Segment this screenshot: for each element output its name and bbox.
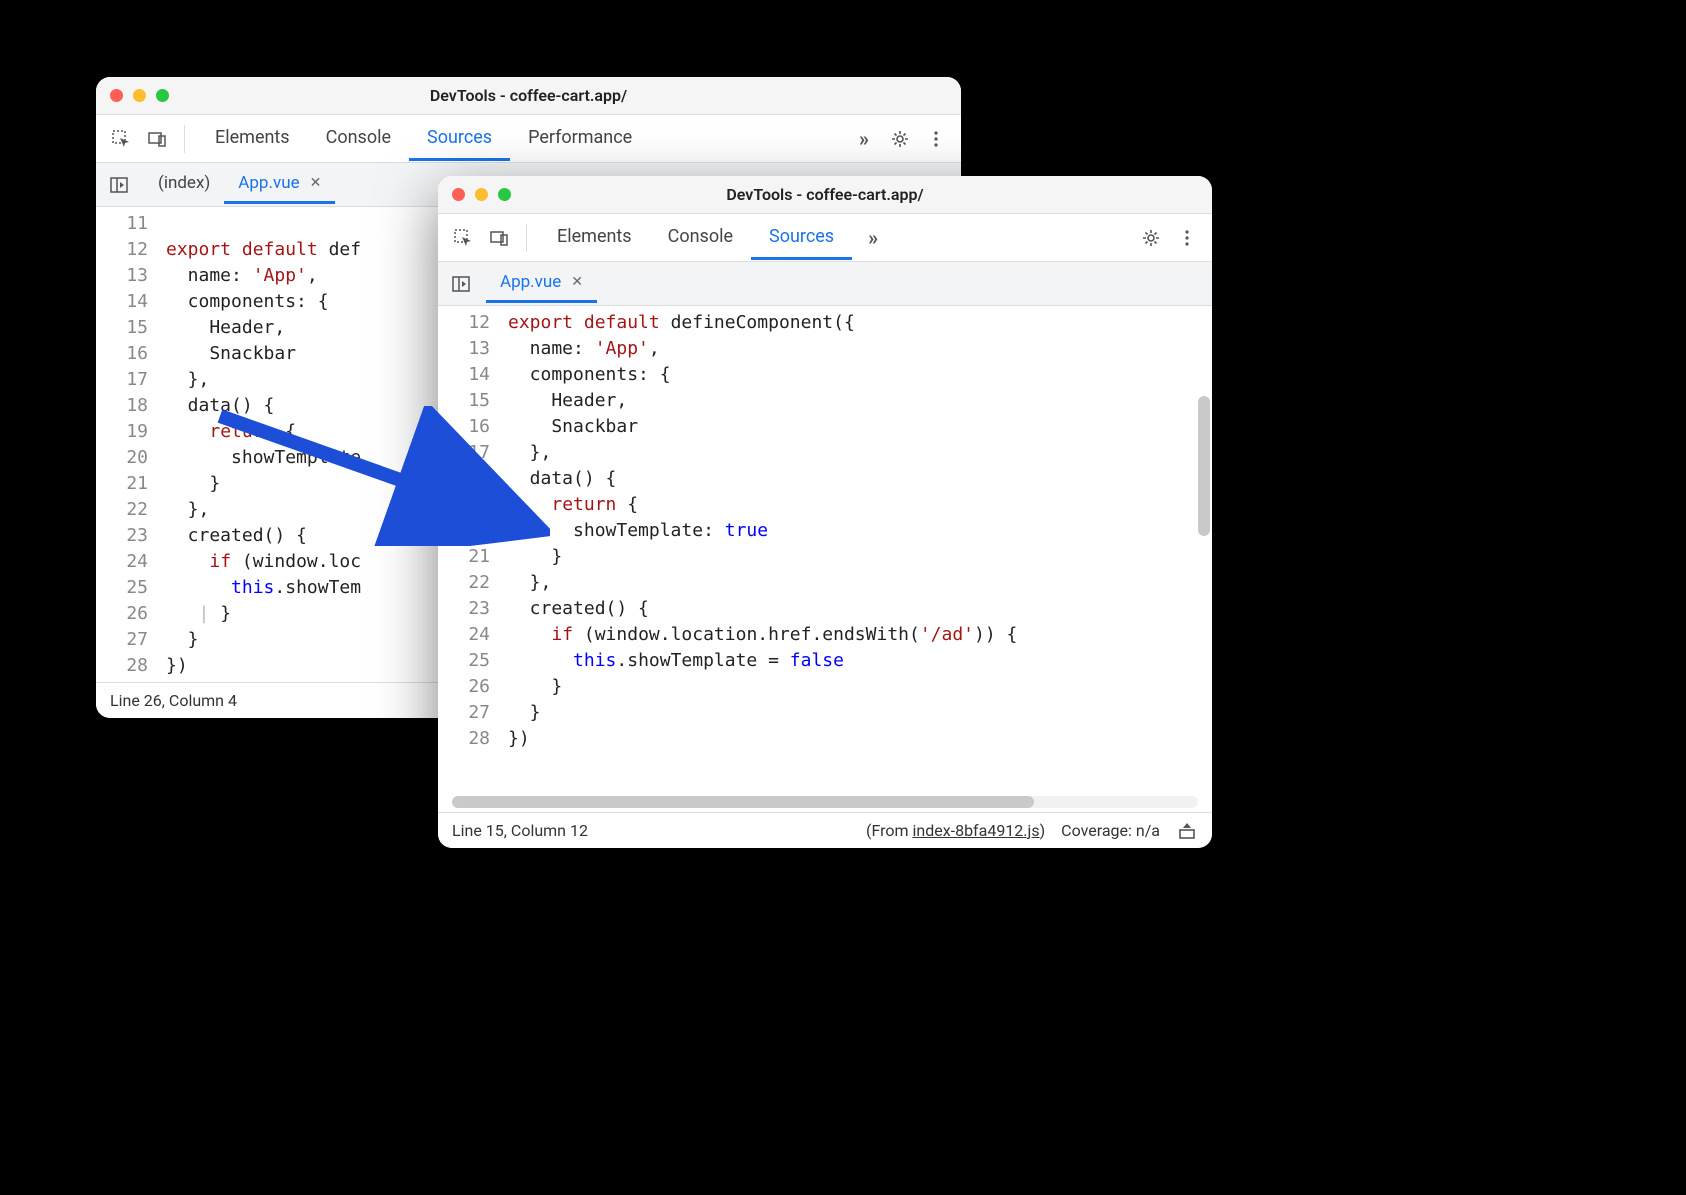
- vertical-scrollbar[interactable]: [1198, 316, 1210, 792]
- minimize-icon[interactable]: [133, 89, 146, 102]
- close-icon[interactable]: [110, 89, 123, 102]
- file-tabs: App.vue ✕: [438, 262, 1212, 306]
- device-toggle-icon[interactable]: [484, 223, 514, 253]
- navigator-toggle-icon[interactable]: [448, 271, 474, 297]
- minimize-icon[interactable]: [475, 188, 488, 201]
- close-icon[interactable]: [452, 188, 465, 201]
- window-title: DevTools - coffee-cart.app/: [96, 86, 961, 105]
- divider: [184, 125, 185, 153]
- navigator-toggle-icon[interactable]: [106, 172, 132, 198]
- main-tabs: Elements Console Sources Performance: [197, 117, 843, 161]
- file-tab-label: (index): [158, 173, 210, 193]
- tab-console[interactable]: Console: [650, 216, 751, 260]
- tab-sources[interactable]: Sources: [409, 117, 510, 161]
- horizontal-scrollbar[interactable]: [452, 796, 1198, 808]
- file-tab-label: App.vue: [500, 272, 561, 292]
- more-tabs-icon[interactable]: »: [849, 124, 879, 154]
- statusbar: Line 15, Column 12 (From index-8bfa4912.…: [438, 812, 1212, 848]
- devtools-toolbar: Elements Console Sources »: [438, 214, 1212, 262]
- tab-elements[interactable]: Elements: [539, 216, 650, 260]
- close-tab-icon[interactable]: ✕: [571, 274, 583, 290]
- close-tab-icon[interactable]: ✕: [310, 175, 322, 191]
- kebab-menu-icon[interactable]: [921, 124, 951, 154]
- scrollbar-thumb[interactable]: [1198, 396, 1210, 536]
- main-tabs: Elements Console Sources: [539, 216, 852, 260]
- file-tab-index[interactable]: (index): [144, 165, 224, 204]
- titlebar[interactable]: DevTools - coffee-cart.app/: [438, 176, 1212, 214]
- traffic-lights: [110, 89, 169, 102]
- source-map-info: (From index-8bfa4912.js): [866, 821, 1045, 840]
- line-gutter: 12 13 14 15 16 17 18 19 20 21 22 23 24 2…: [438, 306, 500, 812]
- file-tab-app-vue[interactable]: App.vue ✕: [486, 264, 597, 303]
- coverage-info: Coverage: n/a: [1061, 821, 1160, 840]
- expand-icon[interactable]: [1176, 820, 1198, 842]
- device-toggle-icon[interactable]: [142, 124, 172, 154]
- maximize-icon[interactable]: [156, 89, 169, 102]
- code-content[interactable]: export default defineComponent({ name: '…: [500, 306, 1212, 812]
- cursor-position: Line 15, Column 12: [452, 821, 588, 840]
- maximize-icon[interactable]: [498, 188, 511, 201]
- gear-icon[interactable]: [885, 124, 915, 154]
- scrollbar-thumb[interactable]: [452, 796, 1034, 808]
- titlebar[interactable]: DevTools - coffee-cart.app/: [96, 77, 961, 115]
- inspect-element-icon[interactable]: [106, 124, 136, 154]
- devtools-window-right: DevTools - coffee-cart.app/ Elements Con…: [438, 176, 1212, 848]
- tab-performance[interactable]: Performance: [510, 117, 650, 161]
- code-editor[interactable]: 12 13 14 15 16 17 18 19 20 21 22 23 24 2…: [438, 306, 1212, 812]
- traffic-lights: [452, 188, 511, 201]
- inspect-element-icon[interactable]: [448, 223, 478, 253]
- cursor-position: Line 26, Column 4: [110, 691, 237, 710]
- tab-sources[interactable]: Sources: [751, 216, 852, 260]
- kebab-menu-icon[interactable]: [1172, 223, 1202, 253]
- source-map-link[interactable]: index-8bfa4912.js: [912, 821, 1039, 840]
- divider: [526, 224, 527, 252]
- window-title: DevTools - coffee-cart.app/: [438, 185, 1212, 204]
- file-tab-label: App.vue: [238, 173, 299, 193]
- gear-icon[interactable]: [1136, 223, 1166, 253]
- tab-console[interactable]: Console: [308, 117, 409, 161]
- devtools-toolbar: Elements Console Sources Performance »: [96, 115, 961, 163]
- tab-elements[interactable]: Elements: [197, 117, 308, 161]
- more-tabs-icon[interactable]: »: [858, 223, 888, 253]
- file-tab-app-vue[interactable]: App.vue ✕: [224, 165, 335, 204]
- line-gutter: 11 12 13 14 15 16 17 18 19 20 21 22 23 2…: [96, 207, 158, 682]
